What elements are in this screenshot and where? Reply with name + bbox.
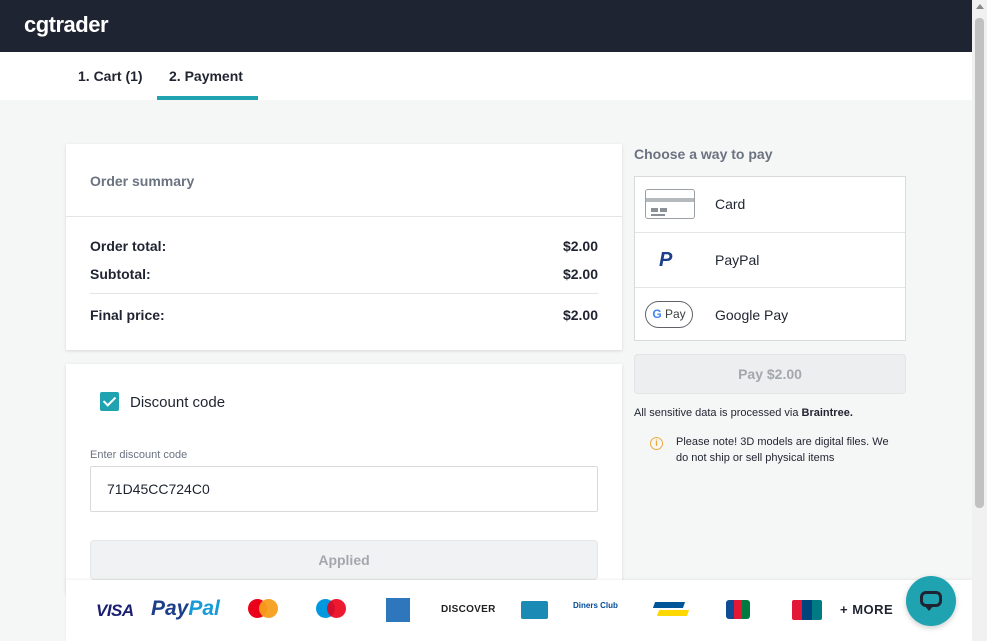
cb-logo: [521, 601, 548, 619]
pay-button[interactable]: Pay $2.00: [634, 354, 906, 394]
discount-checkbox[interactable]: [100, 392, 119, 411]
final-price-row: Final price: $2.00: [90, 307, 598, 323]
discover-logo: DISCOVER: [441, 604, 496, 615]
discount-card: Discount code Enter discount code Applie…: [66, 364, 622, 594]
page-scrollbar[interactable]: [972, 0, 987, 641]
braintree-link: Braintree.: [801, 407, 853, 419]
order-total-label: Order total:: [90, 238, 167, 254]
subtotal-amount: $2.00: [562, 266, 598, 282]
jcb-logo: [726, 600, 750, 619]
discount-field-label: Enter discount code: [90, 449, 188, 461]
payment-method-paypal-label: PayPal: [715, 252, 760, 268]
final-price-amount: $2.00: [562, 307, 598, 323]
paypal-logo: PayPal: [151, 597, 220, 620]
order-summary-card: Order summary Order total: $2.00 Subtota…: [66, 144, 622, 350]
paypal-icon: P: [659, 249, 673, 271]
google-pay-icon: G Pay: [645, 301, 693, 328]
unionpay-logo: [792, 600, 822, 620]
credit-card-icon: [645, 189, 695, 219]
info-icon: i: [650, 437, 663, 450]
payment-logos-footer: VISA PayPal DISCOVER Diners Club + MORE: [66, 580, 972, 641]
cgtrader-logo[interactable]: cgtrader: [24, 12, 109, 38]
order-total-amount: $2.00: [562, 238, 598, 254]
discount-checkbox-label[interactable]: Discount code: [130, 394, 225, 411]
sensitive-data-note: All sensitive data is processed via Brai…: [634, 407, 853, 419]
mastercard-logo: [248, 599, 278, 619]
top-bar: cgtrader: [0, 0, 972, 52]
chat-button[interactable]: [906, 576, 956, 626]
amex-logo: [386, 598, 410, 622]
payment-method-google-pay-label: Google Pay: [715, 307, 789, 323]
diners-club-logo: Diners Club: [573, 601, 618, 610]
order-summary-title: Order summary: [66, 144, 622, 217]
payment-method-card[interactable]: Card: [635, 177, 905, 232]
bancontact-logo: [652, 600, 690, 620]
final-price-label: Final price:: [90, 307, 165, 323]
scroll-up-arrow-icon[interactable]: [976, 4, 984, 9]
digital-files-note: Please note! 3D models are digital files…: [676, 436, 889, 464]
scrollbar-thumb[interactable]: [975, 18, 984, 508]
summary-divider: [90, 293, 598, 294]
discount-code-input[interactable]: [90, 466, 598, 512]
payment-method-card-label: Card: [715, 196, 746, 212]
tab-cart[interactable]: 1. Cart (1): [78, 68, 143, 84]
maestro-logo: [316, 599, 346, 619]
order-total-row: Order total: $2.00: [90, 238, 598, 254]
applied-button[interactable]: Applied: [90, 540, 598, 580]
checkout-tabs: 1. Cart (1) 2. Payment: [0, 52, 972, 100]
tab-payment[interactable]: 2. Payment: [169, 68, 243, 84]
payment-methods-list: Card P PayPal G Pay Google Pay: [634, 176, 906, 341]
more-logos-link[interactable]: + MORE: [840, 602, 893, 617]
payment-methods-title: Choose a way to pay: [634, 146, 773, 162]
payment-method-paypal[interactable]: P PayPal: [635, 232, 905, 287]
active-tab-indicator: [157, 96, 258, 100]
payment-method-google-pay[interactable]: G Pay Google Pay: [635, 287, 905, 342]
subtotal-row: Subtotal: $2.00: [90, 266, 598, 282]
visa-logo: VISA: [96, 601, 134, 620]
subtotal-label: Subtotal:: [90, 266, 151, 282]
